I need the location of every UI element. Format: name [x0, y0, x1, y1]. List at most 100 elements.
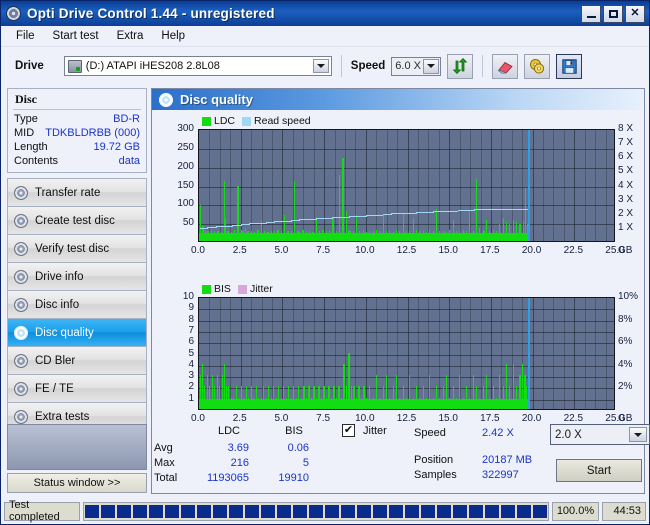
- erase-button[interactable]: [492, 54, 518, 79]
- data-spike: [453, 220, 454, 241]
- data-spike: [379, 398, 380, 409]
- y-axis-tick-label: 300: [152, 123, 194, 134]
- sidebar-item-drive-info[interactable]: Drive info: [8, 263, 146, 291]
- data-spike: [409, 231, 410, 242]
- disc-tools-button[interactable]: [524, 54, 550, 79]
- legend-swatch: [242, 117, 251, 126]
- data-spike: [207, 231, 208, 242]
- legend-swatch: [202, 285, 211, 294]
- data-spike: [489, 231, 490, 241]
- progress-block: [277, 505, 291, 518]
- status-window-button[interactable]: Status window >>: [7, 473, 147, 493]
- jitter-checkbox[interactable]: ✔: [342, 424, 355, 437]
- disc-row-value: data: [119, 154, 140, 168]
- data-spike: [242, 231, 243, 241]
- y2-axis-tick-label: 2 X: [618, 208, 633, 219]
- data-spike: [273, 386, 274, 409]
- disc-row-key: MID: [14, 126, 34, 140]
- disc-row-value: BD-R: [113, 112, 140, 126]
- sidebar-item-disc-info[interactable]: Disc info: [8, 291, 146, 319]
- speed-select[interactable]: 6.0 X: [391, 57, 441, 76]
- data-spike: [212, 375, 213, 409]
- data-spike: [373, 231, 374, 241]
- chevron-down-icon[interactable]: [423, 59, 439, 74]
- sidebar-item-disc-quality[interactable]: Disc quality: [8, 319, 146, 347]
- data-spike: [342, 158, 343, 241]
- drive-icon: [68, 60, 82, 73]
- data-spike: [236, 386, 237, 409]
- y-axis-tick-label: 9: [152, 302, 194, 313]
- data-spike: [423, 386, 424, 409]
- refresh-button[interactable]: [447, 54, 473, 79]
- data-spike: [459, 231, 460, 241]
- data-spike: [413, 398, 414, 409]
- grid-line-v: [439, 298, 440, 409]
- progress-bar: [83, 502, 549, 521]
- test-speed-select[interactable]: 2.0 X: [550, 424, 650, 445]
- close-button[interactable]: ✕: [625, 5, 645, 23]
- menu-item-file[interactable]: File: [7, 28, 44, 44]
- sidebar-item-cd-bler[interactable]: CD Bler: [8, 347, 146, 375]
- data-spike: [456, 398, 457, 409]
- drive-select-value: (D:) ATAPI iHES208 2.8L08: [86, 60, 220, 72]
- disc-row-key: Type: [14, 112, 38, 126]
- disc-icon: [14, 382, 28, 396]
- data-spike: [519, 375, 520, 409]
- data-spike: [463, 230, 464, 241]
- sidebar-item-transfer-rate[interactable]: Transfer rate: [8, 179, 146, 207]
- data-spike: [308, 386, 309, 409]
- chevron-down-icon[interactable]: [629, 427, 647, 442]
- menu-item-help[interactable]: Help: [152, 28, 194, 44]
- grid-line-v: [553, 298, 554, 409]
- toolbar: Drive (D:) ATAPI iHES208 2.8L08 Speed 6.…: [1, 47, 649, 85]
- sidebar-item-fe-te[interactable]: FE / TE: [8, 375, 146, 403]
- data-spike: [466, 386, 467, 409]
- y2-axis-tick-label: 1 X: [618, 222, 633, 233]
- legend-label: Read speed: [254, 115, 311, 127]
- minimize-button[interactable]: [581, 5, 601, 23]
- data-spike: [200, 205, 201, 241]
- data-spike: [386, 375, 387, 409]
- data-spike: [361, 398, 362, 409]
- data-spike: [456, 231, 457, 242]
- position-marker: [528, 130, 530, 241]
- data-spike: [247, 231, 248, 241]
- data-spike: [313, 386, 314, 409]
- chevron-down-icon[interactable]: [313, 59, 329, 73]
- grid-line-h: [199, 309, 614, 310]
- data-spike: [221, 232, 222, 241]
- menu-item-extra[interactable]: Extra: [108, 28, 153, 44]
- data-spike: [264, 231, 265, 241]
- data-spike: [283, 386, 284, 409]
- app-disc-icon: [6, 6, 22, 22]
- data-spike: [356, 398, 357, 409]
- data-spike: [363, 386, 364, 409]
- save-button[interactable]: [556, 54, 582, 79]
- sidebar-item-label: Disc quality: [35, 327, 94, 339]
- data-spike: [439, 231, 440, 241]
- data-spike: [209, 386, 210, 409]
- data-spike: [463, 398, 464, 409]
- y-axis-tick-label: 5: [152, 348, 194, 359]
- sidebar-item-create-test-disc[interactable]: Create test disc: [8, 207, 146, 235]
- grid-line-h: [199, 388, 614, 389]
- data-spike: [219, 386, 220, 409]
- progress-block: [229, 505, 243, 518]
- sidebar-item-verify-test-disc[interactable]: Verify test disc: [8, 235, 146, 263]
- data-spike: [332, 218, 333, 241]
- progress-block: [389, 505, 403, 518]
- samples-label: Samples: [414, 469, 457, 481]
- data-spike: [396, 230, 397, 241]
- y-axis-tick-label: 3: [152, 370, 194, 381]
- y-axis-tick-label: 250: [152, 142, 194, 153]
- data-spike: [509, 224, 510, 241]
- position-marker: [528, 298, 530, 409]
- data-spike: [446, 375, 447, 409]
- menu-item-start-test[interactable]: Start test: [44, 28, 108, 44]
- progress-block: [533, 505, 547, 518]
- start-button[interactable]: Start: [556, 459, 642, 482]
- data-spike: [319, 231, 320, 241]
- maximize-button[interactable]: [603, 5, 623, 23]
- data-spike: [257, 230, 258, 241]
- drive-select[interactable]: (D:) ATAPI iHES208 2.8L08: [64, 56, 332, 76]
